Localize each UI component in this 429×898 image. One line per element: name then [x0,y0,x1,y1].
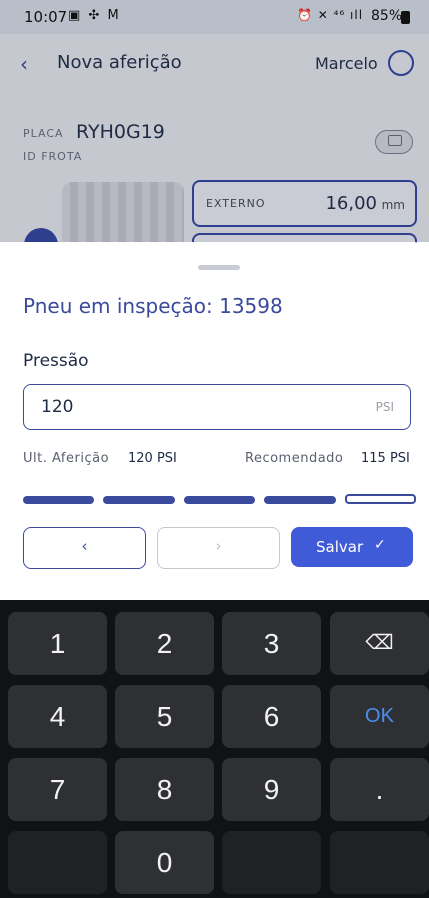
numeric-keyboard: 1 2 3 ⌫ 4 5 6 OK 7 8 9 . 0 [0,600,429,898]
externo-value: 16,00 [325,193,377,214]
placa-value: RYH0G19 [76,121,165,143]
battery-percentage: 85% [371,8,403,24]
next-button[interactable]: › [157,527,280,569]
blank-key-right [330,831,429,894]
ok-key[interactable]: OK [330,685,429,748]
step-segment-5 [344,494,416,504]
frota-label: ID FROTA [23,150,83,163]
step-segment-4 [264,496,336,504]
keyboard-icon [388,135,402,146]
key-8[interactable]: 8 [115,758,214,821]
key-2[interactable]: 2 [115,612,214,675]
key-5[interactable]: 5 [115,685,214,748]
backspace-icon: ⌫ [365,632,394,654]
last-measure-value: 120 PSI [128,451,177,466]
last-measure-label: Ult. Aferição [23,451,110,466]
key-9[interactable]: 9 [222,758,321,821]
chevron-right-icon: › [215,537,222,555]
step-segment-3 [183,496,256,504]
pressure-input[interactable]: 120 PSI [23,384,411,430]
key-6[interactable]: 6 [222,685,321,748]
user-name: Marcelo [315,54,378,73]
step-segment-2 [103,496,175,504]
status-time: 10:07 [24,8,68,26]
battery-icon [401,11,410,24]
pressure-unit: PSI [375,400,394,414]
user-avatar-icon[interactable] [388,50,414,76]
sheet-drag-handle[interactable] [198,265,240,270]
step-segment-1 [23,496,95,504]
save-button[interactable]: Salvar ✓ [291,527,413,567]
chevron-left-icon: ‹ [81,537,88,555]
tire-image [62,182,184,244]
page-title: Nova aferição [57,52,182,73]
previous-button[interactable]: ‹ [23,527,146,569]
sheet-title: Pneu em inspeção: 13598 [23,294,283,318]
externo-label: EXTERNO [206,197,266,210]
pressure-label: Pressão [23,351,89,371]
status-bar: 10:07 ▣ ✣ M ⏰ ✕ ⁴⁶ ıll 85% [0,0,429,34]
save-label: Salvar [316,538,364,556]
key-0[interactable]: 0 [115,831,214,894]
key-3[interactable]: 3 [222,612,321,675]
decimal-key[interactable]: . [330,758,429,821]
check-icon: ✓ [374,537,386,553]
placa-label: PLACA [23,127,64,140]
system-icons: ⏰ ✕ ⁴⁶ ıll [297,8,364,22]
notification-icons: ▣ ✣ M [68,8,121,23]
keyboard-toggle-button[interactable] [375,130,413,154]
key-4[interactable]: 4 [8,685,107,748]
recommended-value: 115 PSI [361,451,410,466]
externo-measurement-card[interactable]: EXTERNO 16,00 mm [192,180,417,227]
pressure-value: 120 [41,397,74,417]
backspace-key[interactable]: ⌫ [330,612,429,675]
externo-unit: mm [381,198,405,212]
blank-key-middle [222,831,321,894]
key-7[interactable]: 7 [8,758,107,821]
recommended-label: Recomendado [245,451,344,466]
back-icon[interactable]: ‹ [20,52,28,76]
key-1[interactable]: 1 [8,612,107,675]
blank-key-left [8,831,107,894]
